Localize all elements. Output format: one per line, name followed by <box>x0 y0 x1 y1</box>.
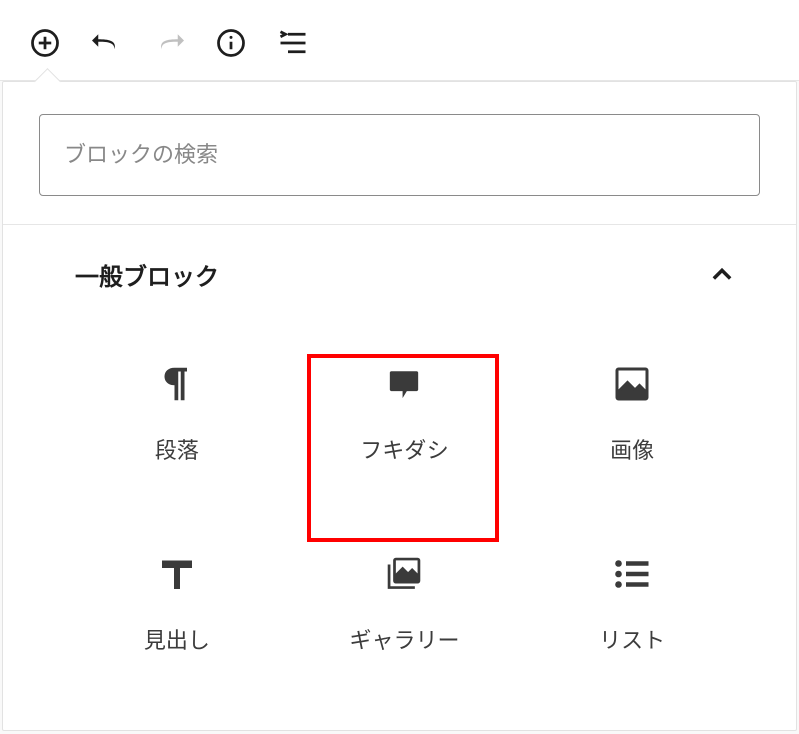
block-list[interactable]: リスト <box>518 510 746 700</box>
block-gallery[interactable]: ギャラリー <box>291 510 519 700</box>
chevron-up-icon <box>708 261 736 289</box>
add-block-icon[interactable] <box>30 28 60 58</box>
block-speech-bubble[interactable]: フキダシ <box>291 320 519 510</box>
category-title: 一般ブロック <box>75 257 219 292</box>
block-label: 画像 <box>610 433 654 465</box>
info-icon[interactable] <box>216 28 246 58</box>
block-label: 見出し <box>144 623 210 655</box>
block-label: フキダシ <box>360 433 448 465</box>
heading-icon <box>158 555 196 593</box>
block-label: 段落 <box>155 433 199 465</box>
redo-icon <box>154 28 184 58</box>
block-label: ギャラリー <box>349 623 459 655</box>
paragraph-icon <box>158 365 196 403</box>
block-grid: 段落 フキダシ 画像 <box>3 310 796 730</box>
gallery-icon <box>385 555 423 593</box>
editor-toolbar <box>0 0 799 81</box>
category-header[interactable]: 一般ブロック <box>3 225 796 310</box>
block-paragraph[interactable]: 段落 <box>63 320 291 510</box>
list-icon <box>613 555 651 593</box>
block-label: リスト <box>599 623 665 655</box>
search-container <box>3 82 796 225</box>
image-icon <box>613 365 651 403</box>
block-image[interactable]: 画像 <box>518 320 746 510</box>
block-heading[interactable]: 見出し <box>63 510 291 700</box>
speech-icon <box>385 365 423 403</box>
search-input[interactable] <box>39 114 760 196</box>
outline-icon[interactable] <box>278 28 308 58</box>
undo-icon[interactable] <box>92 28 122 58</box>
block-inserter-panel: 一般ブロック 段落 フキダシ <box>2 81 797 731</box>
